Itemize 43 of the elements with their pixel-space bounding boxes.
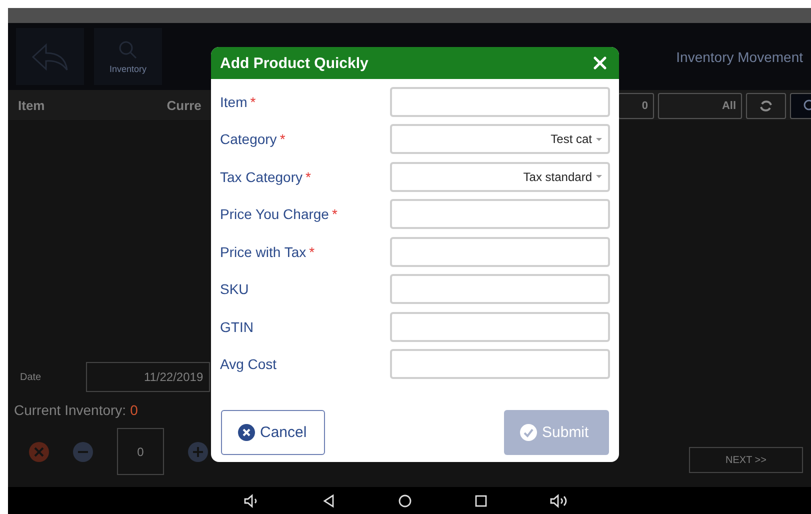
column-header: Curre [166,98,202,112]
cancel-icon [238,424,255,441]
refresh-icon [759,99,773,113]
field-label: Price with Tax * [220,244,316,260]
inventory-button[interactable]: Inventory [94,28,162,85]
back-button[interactable] [16,28,84,85]
back-icon[interactable] [323,494,335,508]
refresh-button[interactable] [746,93,786,119]
search-icon [118,40,138,60]
input-field[interactable] [390,312,610,342]
close-icon[interactable] [593,56,607,70]
check-icon [520,424,537,441]
column-header: Item [18,98,45,112]
home-icon[interactable] [398,494,412,508]
reply-arrow-icon [30,42,70,72]
cancel-button[interactable]: Cancel [221,410,325,455]
field-label: GTIN [220,318,254,335]
input-field[interactable] [390,274,610,304]
plus-icon[interactable] [188,442,208,462]
inventory-label: Current Inventory: [14,402,126,418]
input-field[interactable] [390,349,610,380]
select-field[interactable]: Test cat [390,124,610,154]
page-title: Inventory Movement [676,48,803,64]
clear-icon[interactable] [29,442,49,462]
recents-icon[interactable] [475,494,487,506]
select-field[interactable]: Tax standard [390,162,610,192]
field-label: Avg Cost [220,356,278,372]
input-field[interactable] [390,236,610,267]
minus-icon[interactable] [73,442,93,462]
field-label: Category * [220,131,286,148]
type-dropdown[interactable]: All [658,93,742,119]
dialog-title: Add Product Quickly [220,54,368,72]
field-label: Tax Category * [220,168,312,185]
date-field[interactable]: 11/22/2019 [86,362,210,392]
field-label: SKU [220,281,250,298]
input-field[interactable] [390,199,610,230]
input-field[interactable] [390,86,610,117]
field-label: Item * [220,94,257,110]
next-button[interactable]: NEXT >> [689,447,803,473]
field-label: Price You Charge * [220,206,338,222]
inventory-count: 0 [130,402,138,418]
quantity-field[interactable]: 0 [117,428,164,475]
date-label: Date [20,372,42,382]
